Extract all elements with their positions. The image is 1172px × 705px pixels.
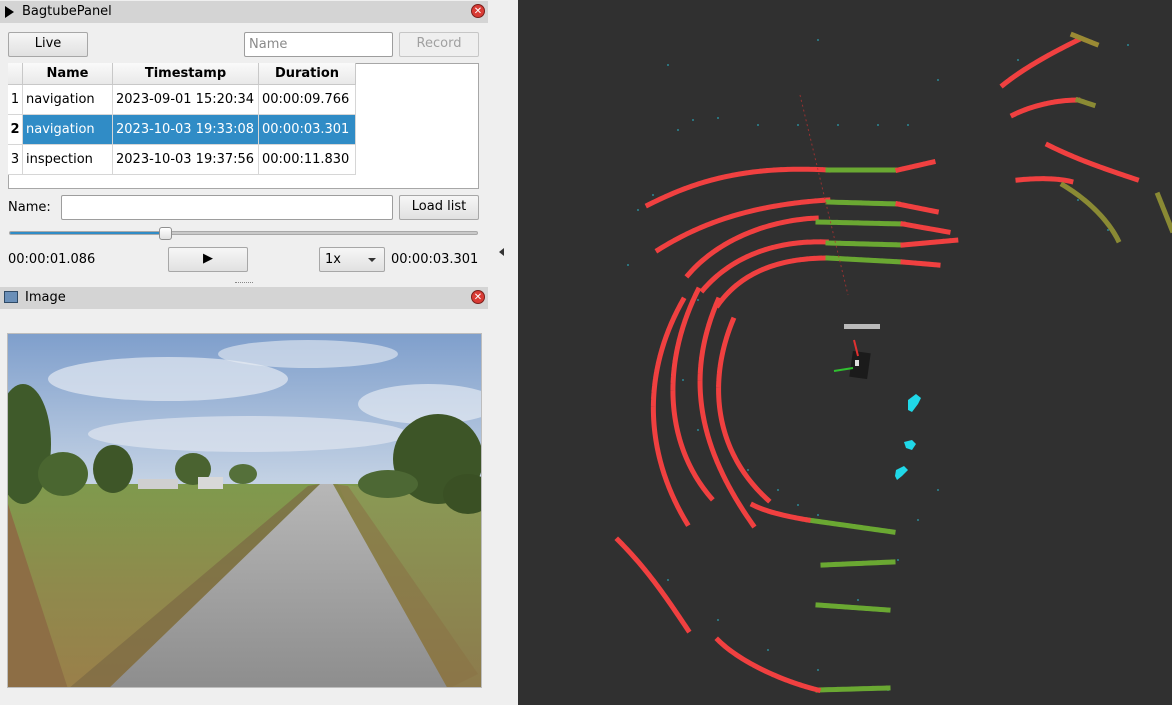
total-time: 00:00:03.301 <box>391 252 479 267</box>
record-button[interactable]: Record <box>399 32 479 57</box>
bagtube-panel-title: BagtubePanel <box>22 4 112 19</box>
row-name[interactable]: navigation <box>22 84 113 115</box>
bagtube-panel-titlebar[interactable]: BagtubePanel ✕ <box>0 1 488 23</box>
splitter-handle[interactable] <box>235 282 253 286</box>
speed-value: 1x <box>325 252 341 267</box>
column-header-duration[interactable]: Duration <box>258 63 356 85</box>
chevron-down-icon <box>368 258 376 262</box>
speed-select[interactable]: 1x <box>319 247 385 272</box>
laser-scan-arcs <box>614 31 1172 694</box>
name-label: Name: <box>8 200 51 215</box>
load-list-button[interactable]: Load list <box>399 195 479 220</box>
playback-slider[interactable] <box>9 227 478 240</box>
row-index: 2 <box>8 114 23 145</box>
close-bagtube-panel-icon[interactable]: ✕ <box>471 4 485 18</box>
detected-people <box>895 394 921 480</box>
record-name-input[interactable] <box>244 32 393 57</box>
collapse-dock-arrow-icon[interactable] <box>499 248 504 256</box>
row-duration[interactable]: 00:00:11.830 <box>258 144 356 175</box>
3d-visualization-view[interactable] <box>518 0 1172 705</box>
play-button[interactable]: ▶ <box>168 247 248 272</box>
recordings-table: Name Timestamp Duration 1 navigation 202… <box>8 63 356 175</box>
image-icon <box>4 291 18 303</box>
row-duration[interactable]: 00:00:09.766 <box>258 84 356 115</box>
play-icon: ▶ <box>203 251 213 266</box>
row-timestamp[interactable]: 2023-10-03 19:33:08 <box>112 114 259 145</box>
collapse-triangle-icon[interactable] <box>5 6 14 18</box>
left-dock: BagtubePanel ✕ Live Record Name Timestam… <box>0 0 518 705</box>
corner-header <box>8 63 23 85</box>
column-header-name[interactable]: Name <box>22 63 113 85</box>
current-time: 00:00:01.086 <box>8 252 96 267</box>
point-cloud <box>617 39 1129 691</box>
column-header-timestamp[interactable]: Timestamp <box>112 63 259 85</box>
row-name[interactable]: inspection <box>22 144 113 175</box>
image-panel-title: Image <box>25 290 66 305</box>
camera-image-svg <box>8 334 481 687</box>
playback-progress <box>10 232 165 234</box>
row-index: 3 <box>8 144 23 175</box>
row-timestamp[interactable]: 2023-10-03 19:37:56 <box>112 144 259 175</box>
playback-slider-handle[interactable] <box>158 227 172 240</box>
camera-image <box>7 333 482 688</box>
list-name-input[interactable] <box>61 195 393 220</box>
laser-scan-svg <box>614 31 1172 694</box>
table-row-selected[interactable]: 2 navigation 2023-10-03 19:33:08 00:00:0… <box>8 114 356 145</box>
table-row[interactable]: 1 navigation 2023-09-01 15:20:34 00:00:0… <box>8 84 356 115</box>
close-image-panel-icon[interactable]: ✕ <box>471 290 485 304</box>
live-button[interactable]: Live <box>8 32 88 57</box>
image-panel-titlebar[interactable]: Image ✕ <box>0 287 488 309</box>
row-timestamp[interactable]: 2023-09-01 15:20:34 <box>112 84 259 115</box>
row-index: 1 <box>8 84 23 115</box>
robot-model <box>833 324 880 380</box>
row-duration[interactable]: 00:00:03.301 <box>258 114 356 145</box>
row-name[interactable]: navigation <box>22 114 113 145</box>
table-row[interactable]: 3 inspection 2023-10-03 19:37:56 00:00:1… <box>8 144 356 175</box>
